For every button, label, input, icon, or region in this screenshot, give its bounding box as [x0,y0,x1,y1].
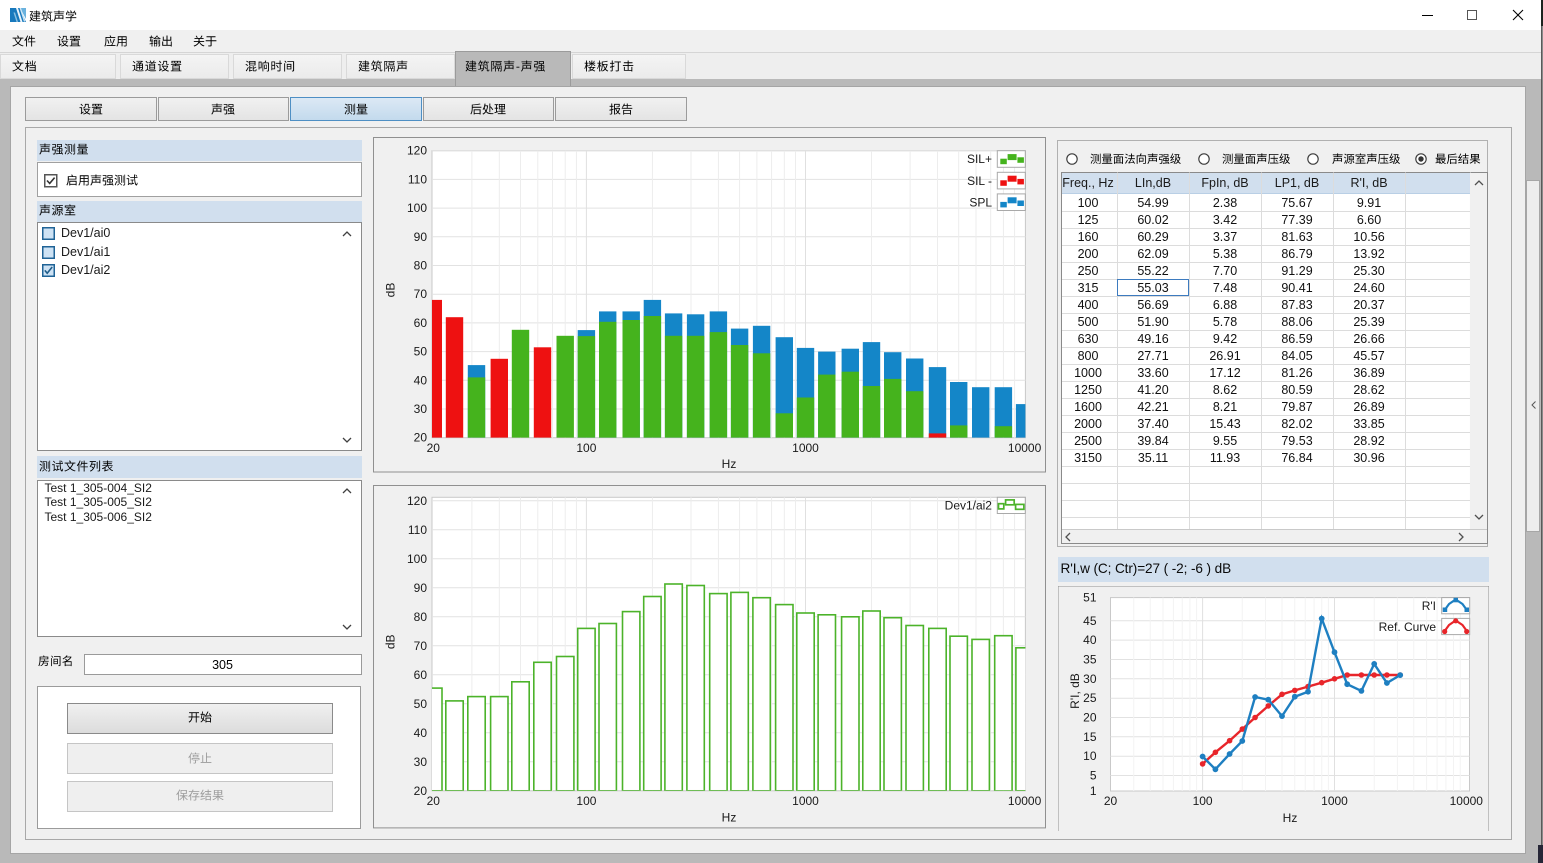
svg-text:50: 50 [414,345,428,359]
svg-text:10000: 10000 [1450,794,1484,808]
svg-text:1000: 1000 [792,794,819,808]
svg-text:20: 20 [414,431,428,445]
svg-text:dB: dB [384,635,398,650]
svg-text:51: 51 [1083,590,1097,604]
svg-text:80: 80 [414,610,428,624]
svg-text:100: 100 [407,201,427,215]
svg-text:35: 35 [1083,652,1097,666]
svg-text:100: 100 [576,441,596,455]
svg-text:90: 90 [414,581,428,595]
svg-text:60: 60 [414,316,428,330]
svg-text:100: 100 [576,794,596,808]
svg-text:20: 20 [414,784,428,798]
svg-text:15: 15 [1083,729,1097,743]
svg-text:SIL -: SIL - [967,174,992,188]
svg-text:SIL+: SIL+ [967,152,992,166]
svg-text:100: 100 [407,552,427,566]
svg-text:1000: 1000 [1321,794,1348,808]
svg-text:20: 20 [427,441,441,455]
svg-text:40: 40 [414,726,428,740]
svg-text:1: 1 [1090,784,1097,798]
svg-text:110: 110 [408,523,427,537]
svg-text:30: 30 [414,755,428,769]
svg-text:120: 120 [407,144,427,158]
svg-text:20: 20 [1083,710,1097,724]
svg-text:60: 60 [414,668,428,682]
svg-text:10: 10 [1083,749,1097,763]
svg-text:20: 20 [427,794,441,808]
svg-text:25: 25 [1083,691,1097,705]
svg-text:45: 45 [1083,613,1097,627]
svg-text:R'I, dB: R'I, dB [1068,673,1082,709]
svg-text:10000: 10000 [1008,441,1042,455]
svg-text:110: 110 [408,172,427,186]
svg-text:30: 30 [1083,671,1097,685]
svg-text:40: 40 [414,373,428,387]
svg-text:Dev1/ai2: Dev1/ai2 [945,499,993,513]
svg-text:50: 50 [414,697,428,711]
svg-text:Hz: Hz [722,457,737,471]
svg-text:SPL: SPL [969,195,992,209]
svg-text:30: 30 [414,402,428,416]
svg-text:1000: 1000 [792,441,819,455]
svg-text:100: 100 [1193,794,1213,808]
svg-text:120: 120 [407,494,427,508]
svg-text:Hz: Hz [1283,811,1298,825]
svg-text:5: 5 [1090,768,1097,782]
svg-text:80: 80 [414,259,428,273]
svg-text:R'I: R'I [1422,599,1436,613]
svg-text:70: 70 [414,287,428,301]
svg-text:70: 70 [414,639,428,653]
svg-text:20: 20 [1104,794,1118,808]
svg-text:dB: dB [384,283,398,298]
svg-text:40: 40 [1083,633,1097,647]
svg-text:Ref. Curve: Ref. Curve [1379,620,1437,634]
svg-text:10000: 10000 [1008,794,1042,808]
svg-text:90: 90 [414,230,428,244]
svg-text:Hz: Hz [722,811,737,825]
